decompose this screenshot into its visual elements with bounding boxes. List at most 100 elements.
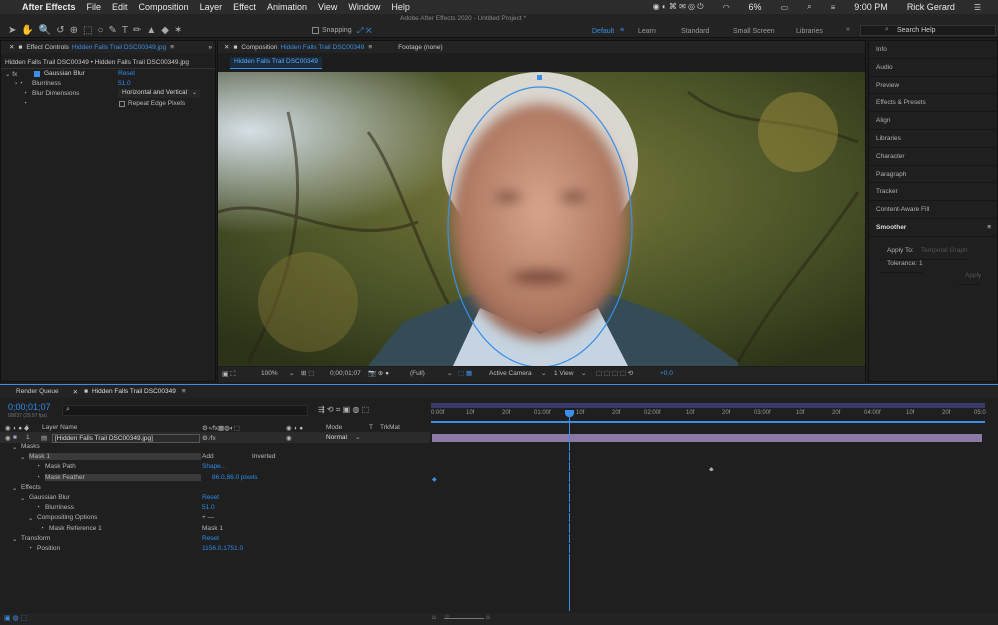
menu-edit[interactable]: Edit [112, 2, 128, 12]
snap-icons[interactable]: ⤢ ✕ [357, 26, 372, 36]
list-icon[interactable]: ☰ [974, 3, 981, 12]
blurriness-property-value[interactable]: 51.0 [202, 504, 215, 511]
smoother-menu-icon[interactable]: ≡ [987, 219, 991, 237]
row-chevron-icon[interactable]: ◔ [28, 545, 32, 552]
row-chevron-icon[interactable]: ⌄ [20, 453, 25, 461]
layer-eye-icon[interactable]: ◉ [286, 434, 292, 442]
comp-viewer[interactable] [218, 72, 865, 366]
row-chevron-icon[interactable]: ⌄ [12, 535, 17, 543]
smoother-header[interactable]: Smoother ≡ [869, 219, 997, 237]
layer-switch-icons[interactable]: ⚙ ∕fx [202, 434, 216, 442]
mask-reference-value[interactable]: Mask 1 [202, 525, 223, 532]
mask-feather-row[interactable]: ◔ Mask Feather 86.0,86.0 pixels [0, 473, 430, 483]
workspace-libraries[interactable]: Libraries [796, 28, 823, 35]
row-chevron-icon[interactable]: ⌄ [12, 443, 17, 451]
row-chevron-icon[interactable]: ⌄ [12, 484, 17, 492]
tool-icons[interactable]: ➤✋🔍↺⊕⬚○✎T✏▲◆✶ [8, 25, 187, 36]
timeline-search-input[interactable]: ⌕ [62, 405, 308, 416]
mask-feather-value[interactable]: 86.0,86.0 pixels [212, 474, 258, 481]
workspace-small-screen[interactable]: Small Screen [733, 28, 775, 35]
row-chevron-icon[interactable]: ◔ [36, 463, 40, 470]
masks-group-row[interactable]: ⌄ Masks [0, 442, 430, 452]
status-icons[interactable]: ◉ ◐ ⌘ ✉ ◎ ⏻ [653, 2, 704, 12]
panel-align[interactable]: Align [869, 112, 997, 130]
timeline-zoom-slider[interactable] [444, 618, 484, 619]
row-chevron-icon[interactable]: ⌄ [20, 494, 25, 502]
keyframe-track[interactable] [431, 534, 985, 544]
keyframe-track[interactable] [431, 452, 985, 463]
effect-enable-checkbox[interactable] [34, 71, 40, 77]
layer-mode[interactable]: Normal [326, 434, 347, 441]
panel-preview[interactable]: Preview [869, 77, 997, 95]
keyframe-track[interactable] [431, 513, 985, 524]
resolution-chevron-icon[interactable]: ⌄ [447, 369, 452, 377]
mask-1-value[interactable]: Add [202, 453, 214, 460]
panel-expand-icon[interactable]: » [208, 44, 212, 51]
render-queue-tab[interactable]: Render Queue [16, 388, 59, 395]
zoom-out-icon[interactable]: ⌂ [432, 614, 436, 621]
comp-close-icon[interactable]: ✕ [224, 43, 229, 51]
keyframe-track[interactable] [431, 473, 985, 483]
effect-controls-file[interactable]: Hidden Falls Trail DSC00349.jpg [72, 44, 166, 51]
menu-animation[interactable]: Animation [267, 2, 307, 12]
work-area-bar[interactable] [431, 403, 985, 408]
panel-character[interactable]: Character [869, 148, 997, 166]
row-chevron-icon[interactable]: ◔ [36, 504, 40, 511]
mask-reference-row[interactable]: ◔ Mask Reference 1 Mask 1 [0, 524, 430, 534]
position-property-value[interactable]: 1156.0,1751.0 [202, 545, 243, 552]
menu-effect[interactable]: Effect [233, 2, 256, 12]
timeline-switch-icons[interactable]: ⇶ ⟲ ⌗ ▣ ◍ ⬚ [318, 405, 369, 415]
comp-breadcrumb[interactable]: Hidden Falls Trail DSC00349 [230, 57, 322, 69]
control-center-icon[interactable]: ≡ [831, 3, 836, 12]
row-chevron-icon[interactable]: ◔ [40, 525, 44, 532]
zoom-value[interactable]: 100% [261, 370, 278, 377]
viewer-toggle-icons[interactable]: ▣ ⛶ [222, 370, 235, 379]
dimensions-stopwatch-icon[interactable]: ◔ [23, 90, 27, 97]
repeat-edge-checkbox[interactable] [119, 101, 125, 107]
panel-close-icon[interactable]: ✕ [9, 43, 14, 51]
mask-1-row[interactable]: ⌄ Mask 1 Add Inverted [0, 452, 430, 462]
keyframe-track[interactable] [431, 544, 985, 554]
keyframe-track[interactable] [431, 483, 985, 493]
keyframe-track[interactable] [431, 503, 985, 514]
mask-path-row[interactable]: ◔ Mask Path Shape... [0, 462, 430, 472]
workspace-standard[interactable]: Standard [681, 28, 709, 35]
wifi-icon[interactable]: ◠ [723, 3, 730, 12]
effect-controls-tab[interactable]: Effect Controls [26, 44, 69, 51]
timeline-timecode[interactable]: 0;00;01;07 [8, 402, 51, 412]
exposure-value[interactable]: +0.0 [660, 370, 673, 377]
menu-window[interactable]: Window [348, 2, 380, 12]
region-icons[interactable]: ⬚ ▦ [458, 369, 472, 377]
zoom-slider-knob[interactable]: ○ [445, 613, 449, 620]
panel-content-aware-fill[interactable]: Content-Aware Fill [869, 201, 997, 219]
layer-visibility-icon[interactable]: ◉ [5, 434, 11, 442]
inverted-checkbox-label[interactable]: Inverted [252, 453, 276, 460]
keyframe-track[interactable] [431, 442, 985, 452]
menu-help[interactable]: Help [391, 2, 410, 12]
search-icon[interactable]: ⌕ [807, 2, 811, 12]
user-name[interactable]: Rick Gerard [907, 2, 955, 12]
dimensions-dropdown[interactable]: Horizontal and Vertical ⌄ [118, 89, 200, 98]
timeline-menu-icon[interactable]: ≡ [182, 388, 186, 395]
transform-group-value[interactable]: Reset [202, 535, 219, 542]
footer-toggle-icons[interactable]: ▣ ◍ ⬚ [4, 614, 27, 622]
blurriness-property-row[interactable]: ◔ Blurriness 51.0 [0, 503, 430, 513]
menu-file[interactable]: File [87, 2, 102, 12]
panel-info[interactable]: Info [869, 41, 997, 59]
keyframe-track[interactable] [431, 524, 985, 534]
keyframe-track[interactable] [431, 462, 985, 473]
compositing-options-value[interactable]: + — [202, 514, 214, 521]
blurriness-value[interactable]: 51.0 [118, 80, 131, 87]
layer-duration-bar[interactable] [432, 434, 982, 442]
panel-effects-presets[interactable]: Effects & Presets [869, 94, 997, 113]
layer-label-color[interactable]: ■ [13, 434, 17, 441]
views-select[interactable]: 1 View [554, 370, 573, 377]
position-property-row[interactable]: ◔ Position 1156.0,1751.0 [0, 544, 430, 554]
mask-path-value[interactable]: Shape... [202, 463, 226, 470]
blurriness-stopwatch-icon[interactable]: › ◔ [15, 80, 23, 87]
panel-libraries[interactable]: Libraries [869, 130, 997, 148]
workspace-menu-icon[interactable]: ≡ [620, 27, 624, 34]
comp-menu-icon[interactable]: ≡ [368, 44, 372, 51]
gaussian-blur-group-value[interactable]: Reset [202, 494, 219, 501]
gaussian-blur-group-row[interactable]: ⌄ Gaussian Blur Reset [0, 493, 430, 503]
